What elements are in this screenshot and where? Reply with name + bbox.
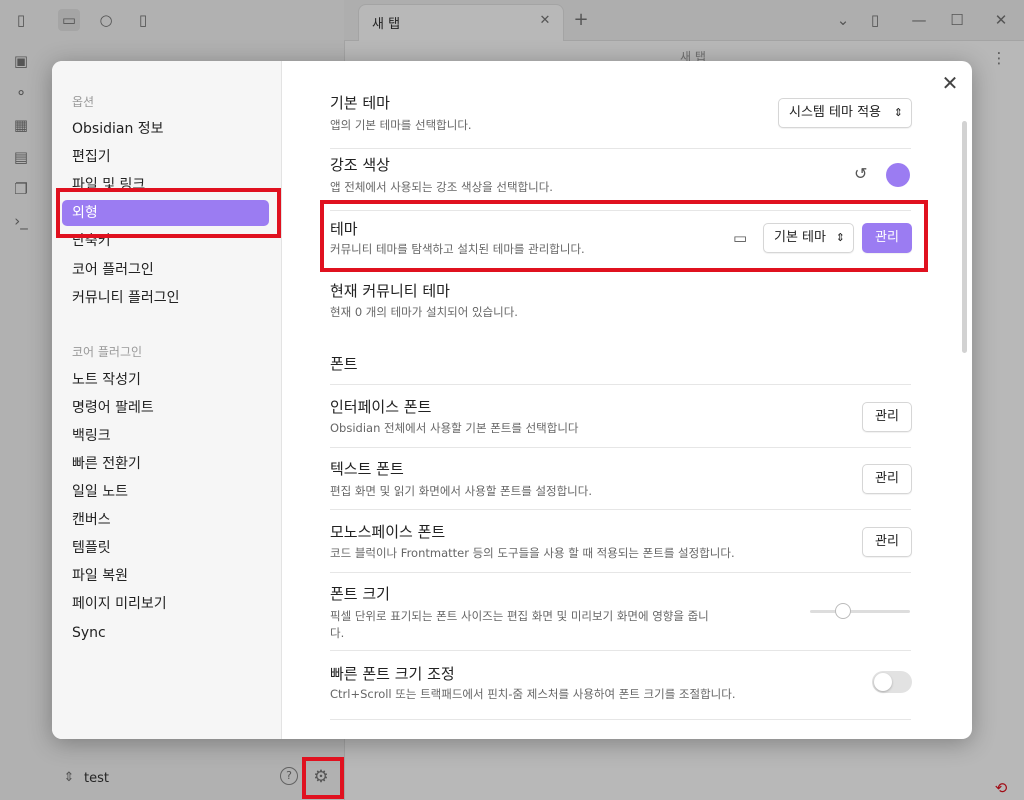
text-font-title: 텍스트 폰트 xyxy=(330,460,404,478)
nav-item-community-plugins[interactable]: 커뮤니티 플러그인 xyxy=(62,285,269,311)
accent-color-desc: 앱 전체에서 사용되는 강조 색상을 선택합니다. xyxy=(330,180,553,194)
nav-item-core-plugins[interactable]: 코어 플러그인 xyxy=(62,257,269,283)
quick-font-size-toggle[interactable] xyxy=(872,671,912,693)
text-font-manage-button[interactable]: 관리 xyxy=(862,464,912,494)
base-theme-select[interactable]: 시스템 테마 적용 ⇕ xyxy=(778,98,912,128)
select-chevron-icon: ⇕ xyxy=(893,106,903,119)
nav-item-note-composer[interactable]: 노트 작성기 xyxy=(62,367,269,393)
mono-font-title: 모노스페이스 폰트 xyxy=(330,523,446,541)
settings-content: 기본 테마 앱의 기본 테마를 선택합니다. 시스템 테마 적용 ⇕ 강조 색상… xyxy=(282,61,972,739)
nav-item-command-palette[interactable]: 명령어 팔레트 xyxy=(62,395,269,421)
nav-heading-options: 옵션 xyxy=(72,95,95,109)
divider xyxy=(330,447,911,448)
nav-item-sync[interactable]: Sync xyxy=(62,620,269,646)
interface-font-manage-button[interactable]: 관리 xyxy=(862,402,912,432)
interface-font-title: 인터페이스 폰트 xyxy=(330,398,432,416)
settings-modal: 옵션 Obsidian 정보 편집기 파일 및 링크 외형 단축키 코어 플러그… xyxy=(52,61,972,739)
toggle-knob xyxy=(874,673,892,691)
nav-item-about[interactable]: Obsidian 정보 xyxy=(62,116,269,142)
nav-item-daily-notes[interactable]: 일일 노트 xyxy=(62,479,269,505)
mono-font-desc: 코드 블럭이나 Frontmatter 등의 도구들을 사용 할 때 적용되는 … xyxy=(330,546,735,560)
divider xyxy=(330,509,911,510)
divider xyxy=(330,384,911,385)
font-size-desc-line1: 픽셀 단위로 표기되는 폰트 사이즈는 편집 화면 및 미리보기 화면에 영향을… xyxy=(330,609,709,623)
accent-color-title: 강조 색상 xyxy=(330,156,390,174)
nav-item-backlinks[interactable]: 백링크 xyxy=(62,423,269,449)
nav-item-file-recovery[interactable]: 파일 복원 xyxy=(62,563,269,589)
font-size-title: 폰트 크기 xyxy=(330,585,390,603)
current-theme-desc: 현재 0 개의 테마가 설치되어 있습니다. xyxy=(330,305,518,319)
accent-color-swatch[interactable] xyxy=(886,163,910,187)
text-font-desc: 편집 화면 및 읽기 화면에서 사용할 폰트를 설정합니다. xyxy=(330,484,593,498)
divider xyxy=(330,148,911,149)
font-size-desc-line2: 다. xyxy=(330,626,345,640)
font-size-slider-thumb[interactable] xyxy=(835,603,851,619)
settings-nav: 옵션 Obsidian 정보 편집기 파일 및 링크 외형 단축키 코어 플러그… xyxy=(52,61,282,739)
divider xyxy=(330,572,911,573)
mono-font-manage-button[interactable]: 관리 xyxy=(862,527,912,557)
divider xyxy=(330,719,911,720)
current-theme-title: 현재 커뮤니티 테마 xyxy=(330,282,450,300)
divider xyxy=(330,650,911,651)
quick-font-size-desc: Ctrl+Scroll 또는 트랙패드에서 핀치-줌 제스처를 사용하여 폰트 … xyxy=(330,687,736,701)
nav-item-page-preview[interactable]: 페이지 미리보기 xyxy=(62,591,269,617)
reset-icon[interactable]: ↺ xyxy=(854,164,867,183)
base-theme-desc: 앱의 기본 테마를 선택합니다. xyxy=(330,118,472,132)
nav-item-quick-switcher[interactable]: 빠른 전환기 xyxy=(62,451,269,477)
scrollbar-thumb[interactable] xyxy=(962,121,967,353)
base-theme-select-value: 시스템 테마 적용 xyxy=(789,105,881,120)
font-section-heading: 폰트 xyxy=(330,355,358,373)
interface-font-desc: Obsidian 전체에서 사용할 기본 폰트를 선택합니다 xyxy=(330,421,579,435)
highlight-box-theme xyxy=(320,200,928,272)
highlight-box-settings xyxy=(302,757,344,799)
base-theme-title: 기본 테마 xyxy=(330,94,390,112)
highlight-box-appearance xyxy=(56,188,281,238)
quick-font-size-title: 빠른 폰트 크기 조정 xyxy=(330,665,455,683)
nav-item-editor[interactable]: 편집기 xyxy=(62,144,269,170)
nav-item-canvas[interactable]: 캔버스 xyxy=(62,507,269,533)
modal-close-icon[interactable]: ✕ xyxy=(938,71,962,95)
font-size-slider[interactable] xyxy=(810,603,910,619)
nav-item-templates[interactable]: 템플릿 xyxy=(62,535,269,561)
nav-heading-core-plugins: 코어 플러그인 xyxy=(72,345,143,359)
